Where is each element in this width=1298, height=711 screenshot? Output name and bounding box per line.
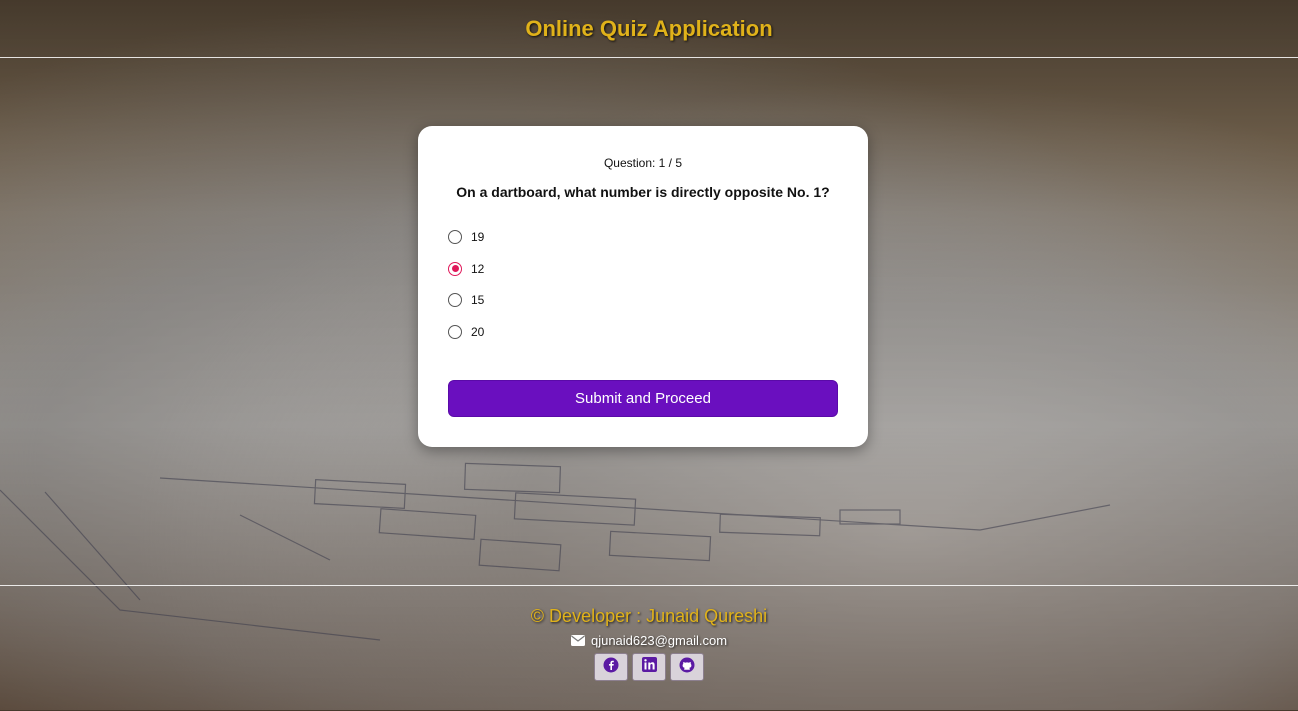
email-row: qjunaid623@gmail.com [0,633,1298,648]
answer-option[interactable]: 19 [448,221,838,253]
radio-button[interactable] [448,324,462,339]
radio-button[interactable] [448,293,462,308]
answer-label: 19 [471,229,485,244]
answer-label: 15 [471,293,485,308]
linkedin-link[interactable] [632,653,666,681]
submit-button[interactable]: Submit and Proceed [448,380,838,417]
radio-button[interactable] [448,229,462,244]
envelope-icon [570,635,585,646]
developer-credit: © Developer : Junaid Qureshi [530,606,768,626]
answer-option[interactable]: 15 [448,284,838,316]
facebook-icon [603,657,619,678]
app-footer: © Developer : Junaid Qureshi qjunaid623@… [0,585,1298,711]
facebook-link[interactable] [594,653,628,681]
app-title: Online Quiz Application [525,15,773,41]
quiz-card: Question: 1 / 5 On a dartboard, what num… [418,126,868,447]
answer-option[interactable]: 20 [448,316,838,348]
question-counter: Question: 1 / 5 [603,156,683,170]
social-links [0,653,1298,681]
radio-button[interactable] [448,261,462,276]
app-header: Online Quiz Application [0,0,1298,58]
question-text: On a dartboard, what number is directly … [456,184,830,200]
email-address[interactable]: qjunaid623@gmail.com [591,633,727,648]
linkedin-icon [641,657,657,677]
github-icon [679,657,695,678]
github-link[interactable] [670,653,704,681]
answer-options: 19 12 15 20 [448,221,838,348]
answer-label: 20 [471,324,485,339]
answer-option[interactable]: 12 [448,253,838,285]
answer-label: 12 [471,261,485,276]
